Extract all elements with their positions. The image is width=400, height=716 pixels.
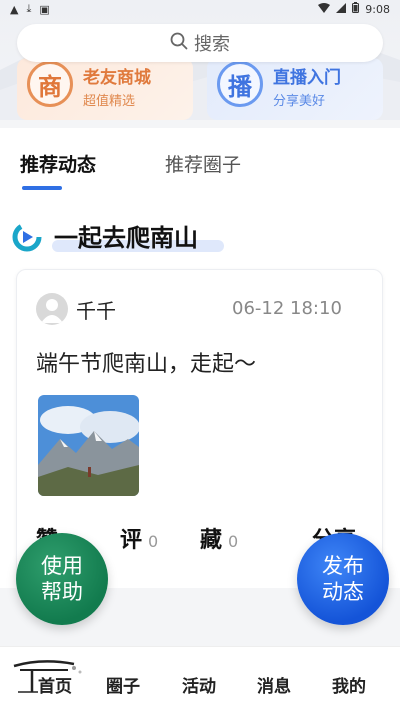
nav-mine[interactable]: 我的 [332, 672, 366, 697]
warning-icon: ▲ [10, 2, 19, 16]
post-timestamp: 06-12 18:10 [232, 298, 342, 319]
search-bar[interactable]: 搜索 [17, 24, 383, 62]
mall-entry-card[interactable]: 商 老友商城 超值精选 [17, 58, 193, 120]
signal-icon [336, 2, 347, 16]
live-entry-title: 直播入门 [273, 68, 341, 88]
post-username[interactable]: 千千 [76, 295, 116, 324]
live-entry-subtitle: 分享美好 [273, 94, 326, 109]
live-icon: 播 [217, 61, 263, 107]
search-label: 搜索 [194, 34, 230, 55]
tab-recommended-posts[interactable]: 推荐动态 [20, 150, 96, 177]
post-text: 端午节爬南山，走起～ [36, 352, 257, 377]
mall-icon: 商 [27, 61, 73, 107]
mall-entry-subtitle: 超值精选 [83, 94, 136, 109]
status-bar: ▲ ⤓ ▣ 9:08 [0, 0, 400, 18]
nav-home[interactable]: 首页 [38, 672, 72, 697]
post-image[interactable] [38, 395, 139, 496]
live-entry-card[interactable]: 播 直播入门 分享美好 [207, 58, 383, 120]
battery-icon [352, 2, 360, 16]
active-tab-indicator [22, 186, 62, 190]
download-icon: ⤓ [26, 2, 32, 15]
nav-activity[interactable]: 活动 [182, 672, 216, 697]
topic-title[interactable]: 一起去爬南山 [54, 218, 198, 253]
wifi-icon [318, 2, 331, 16]
image-notification-icon: ▣ [39, 2, 50, 16]
mall-entry-title: 老友商城 [83, 68, 151, 88]
help-button[interactable]: 使用帮助 [16, 533, 108, 625]
favorite-action[interactable]: 藏 0 [200, 522, 238, 554]
avatar[interactable] [36, 293, 68, 325]
status-time: 9:08 [365, 2, 390, 16]
comment-action[interactable]: 评 0 [120, 522, 158, 554]
search-icon [170, 32, 188, 54]
nav-circle[interactable]: 圈子 [106, 672, 140, 697]
topic-icon [12, 222, 42, 252]
publish-post-button[interactable]: 发布动态 [297, 533, 389, 625]
tab-recommended-circles[interactable]: 推荐圈子 [165, 150, 241, 177]
nav-messages[interactable]: 消息 [257, 672, 291, 697]
